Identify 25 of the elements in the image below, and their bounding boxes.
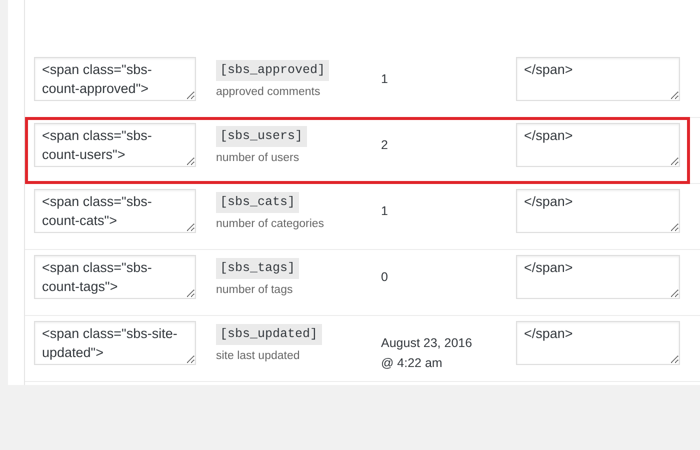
input-field[interactable]: <span class="sbs-count-cats"> xyxy=(34,189,196,233)
value-text: 2 xyxy=(381,137,389,154)
input-field[interactable]: </span> xyxy=(516,57,680,101)
description: number of categories xyxy=(216,217,326,232)
shortcode: [sbs_tags] xyxy=(216,258,300,279)
shortcode: [sbs_cats] xyxy=(216,192,300,213)
input-field[interactable]: <span class="sbs-site-updated"> xyxy=(34,321,196,365)
value-text: August 23, 2016 @ 4:22 am xyxy=(381,335,474,372)
input-field[interactable]: <span class="sbs-count-users"> xyxy=(34,123,196,167)
description: approved comments xyxy=(216,85,322,100)
description: site last updated xyxy=(216,349,301,364)
input-field[interactable]: </span> xyxy=(516,255,680,299)
input-field[interactable]: </span> xyxy=(516,321,680,365)
input-field[interactable]: <span class="sbs-count-approved"> xyxy=(34,57,196,101)
shortcode: [sbs_updated] xyxy=(216,324,322,345)
shortcode: [sbs_approved] xyxy=(216,60,330,81)
input-field[interactable]: </span> xyxy=(516,189,680,233)
value-text: 1 xyxy=(381,71,389,88)
value-text: 0 xyxy=(381,269,389,286)
description: number of tags xyxy=(216,283,294,298)
input-field[interactable]: <span class="sbs-count-tags"> xyxy=(34,255,196,299)
shortcode: [sbs_users] xyxy=(216,126,307,147)
description: number of users xyxy=(216,151,300,166)
value-text: 1 xyxy=(381,203,389,220)
input-field[interactable]: </span> xyxy=(516,123,680,167)
